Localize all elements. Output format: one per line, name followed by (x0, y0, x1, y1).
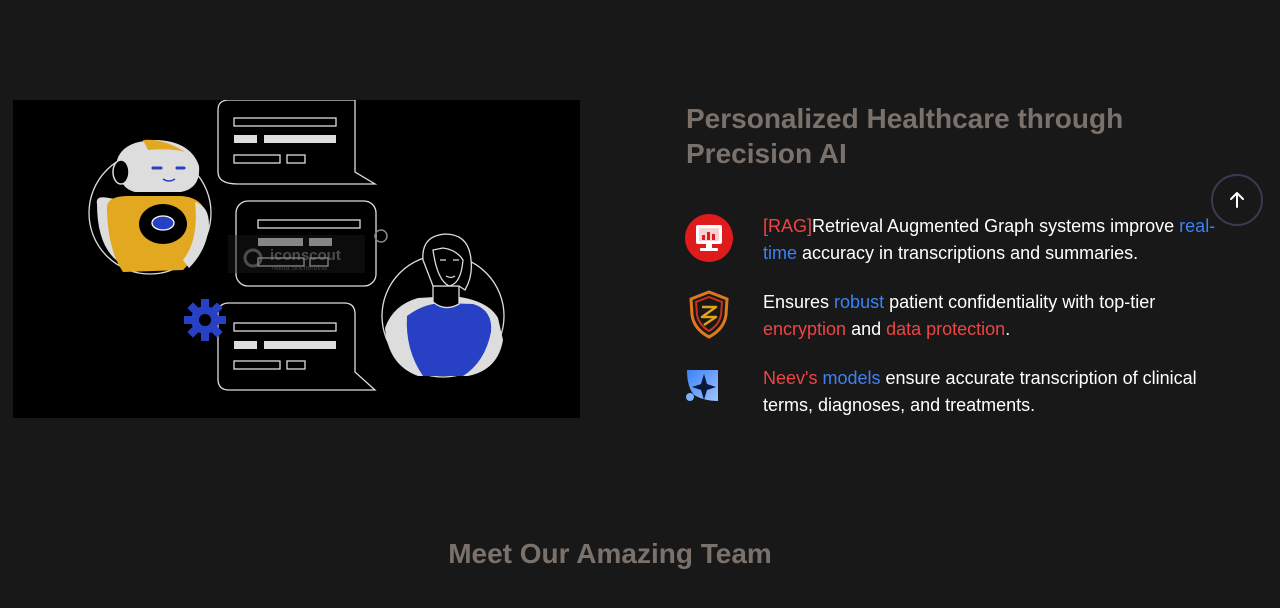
monitor-analytics-icon (685, 214, 733, 262)
text-segment: patient confidentiality with top-tier (884, 292, 1156, 312)
shield-icon (689, 290, 729, 339)
text-segment: encryption (763, 318, 847, 339)
text-segment: [RAG] (763, 216, 813, 236)
robot-icon (88, 139, 212, 275)
feature-text: Ensures robust patient confidentiality w… (763, 289, 1223, 342)
chat-bubble-icon (217, 302, 377, 391)
text-segment: Retrieval Augmented Graph systems improv… (812, 216, 1180, 236)
text-segment: Ensures (763, 292, 835, 312)
watermark-brand: iconscout (270, 247, 341, 264)
text-segment: accuracy in transcriptions and summaries… (797, 242, 1139, 263)
feature-text: Neev's models ensure accurate transcript… (763, 365, 1223, 418)
sparkle-model-icon (686, 370, 718, 401)
gear-icon (184, 299, 226, 341)
section-heading: Personalized Healthcare through Precisio… (686, 103, 1124, 169)
text-segment: and (846, 318, 887, 339)
chat-bubble-icon (217, 100, 378, 185)
text-segment: . (1005, 318, 1011, 339)
scroll-to-top-button[interactable] (1211, 174, 1263, 226)
hero-illustration: iconscout Nikita Shcherbina (13, 100, 580, 418)
watermark-author: Nikita Shcherbina (272, 265, 327, 272)
feature-text: [RAG]Retrieval Augmented Graph systems i… (763, 213, 1223, 266)
watermark-logo: iconscout Nikita Shcherbina (228, 235, 365, 273)
arrow-up-icon (1230, 192, 1244, 208)
text-segment: data protection (886, 318, 1006, 339)
text-segment: Neev's (763, 368, 818, 388)
text-segment: robust (834, 292, 885, 312)
avatar-icon (381, 233, 505, 378)
text-segment: models (822, 368, 881, 388)
team-section-title: Meet Our Amazing Team (448, 538, 772, 569)
